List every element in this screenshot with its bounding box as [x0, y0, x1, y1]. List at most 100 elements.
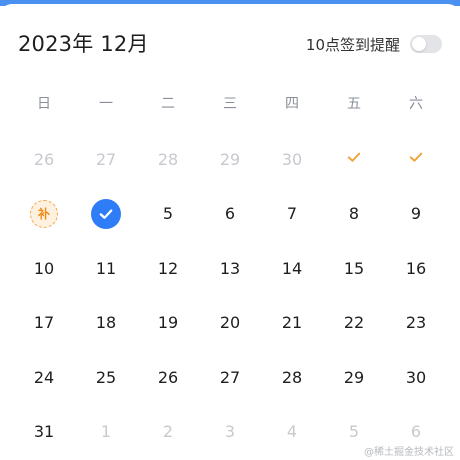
- day-number: 14: [281, 258, 303, 278]
- weekday-label: 五: [347, 96, 361, 112]
- day-cell[interactable]: 8: [323, 187, 385, 242]
- check-icon: [345, 148, 363, 170]
- day-number: 7: [286, 204, 298, 224]
- day-cell[interactable]: 27: [199, 350, 261, 405]
- day-number: 1: [100, 422, 112, 442]
- day-number: 30: [405, 367, 427, 387]
- day-number: 23: [405, 313, 427, 333]
- day-number: 24: [33, 367, 55, 387]
- day-number: 9: [410, 204, 422, 224]
- day-number: 17: [33, 313, 55, 333]
- day-cell[interactable]: 7: [261, 187, 323, 242]
- day-cell-checked[interactable]: [385, 132, 447, 187]
- day-cell[interactable]: 11: [75, 241, 137, 296]
- day-cell[interactable]: 5: [137, 187, 199, 242]
- reminder-label: 10点签到提醒: [305, 35, 400, 54]
- watermark: @稀土掘金技术社区: [364, 447, 454, 458]
- day-number: 31: [33, 422, 55, 442]
- day-grid: 26 27 28 29 30 补 5 6 7 8 9 10 11 12 13 14 15 16 17 18 19 20 21…: [13, 132, 447, 459]
- day-number: 5: [162, 204, 174, 224]
- day-number: 13: [219, 258, 241, 278]
- day-number: 11: [95, 258, 117, 278]
- day-cell[interactable]: 23: [385, 296, 447, 351]
- day-number: 3: [224, 422, 236, 442]
- day-cell[interactable]: 19: [137, 296, 199, 351]
- calendar-card: 2023年 12月 10点签到提醒 日一二三四五六 26 27 28 29 30 补 5 6 7…: [0, 4, 460, 460]
- day-number: 22: [343, 313, 365, 333]
- day-cell-makeup[interactable]: 补: [13, 187, 75, 242]
- day-number: 21: [281, 313, 303, 333]
- day-cell[interactable]: 10: [13, 241, 75, 296]
- makeup-badge: 补: [30, 199, 58, 228]
- day-cell[interactable]: 21: [261, 296, 323, 351]
- makeup-badge-label: 补: [37, 207, 50, 222]
- day-cell[interactable]: 14: [261, 241, 323, 296]
- day-cell[interactable]: 6: [199, 187, 261, 242]
- day-cell[interactable]: 12: [137, 241, 199, 296]
- day-cell[interactable]: 29: [323, 350, 385, 405]
- day-number: 18: [95, 313, 117, 333]
- day-cell-today-checked[interactable]: [75, 187, 137, 242]
- day-number: 19: [157, 313, 179, 333]
- day-number: 6: [224, 204, 236, 224]
- day-cell[interactable]: 18: [75, 296, 137, 351]
- weekday-label: 三: [223, 96, 237, 112]
- day-number: 28: [281, 367, 303, 387]
- day-cell-other-month[interactable]: 26: [13, 132, 75, 187]
- day-cell[interactable]: 15: [323, 241, 385, 296]
- day-cell-other-month[interactable]: 3: [199, 405, 261, 460]
- day-cell-other-month[interactable]: 27: [75, 132, 137, 187]
- day-number: 20: [219, 313, 241, 333]
- day-number: 25: [95, 367, 117, 387]
- toggle-knob: [412, 37, 426, 51]
- day-number: 12: [157, 258, 179, 278]
- day-number: 27: [219, 367, 241, 387]
- day-cell[interactable]: 9: [385, 187, 447, 242]
- reminder-toggle[interactable]: [410, 35, 442, 53]
- weekday-label: 日: [37, 96, 51, 112]
- weekday-label: 六: [409, 96, 423, 112]
- day-cell[interactable]: 24: [13, 350, 75, 405]
- day-number: 8: [348, 204, 360, 224]
- day-cell-other-month[interactable]: 2: [137, 405, 199, 460]
- weekday-label: 一: [99, 96, 113, 112]
- day-cell[interactable]: 20: [199, 296, 261, 351]
- day-cell-checked[interactable]: [323, 132, 385, 187]
- day-cell[interactable]: 30: [385, 350, 447, 405]
- weekday-label: 二: [161, 96, 175, 112]
- calendar-screen: 2023年 12月 10点签到提醒 日一二三四五六 26 27 28 29 30 补 5 6 7…: [0, 0, 460, 460]
- day-number: 30: [281, 149, 303, 169]
- day-number: 27: [95, 149, 117, 169]
- check-circle-icon: [91, 198, 121, 229]
- day-number: 6: [410, 422, 422, 442]
- day-cell[interactable]: 16: [385, 241, 447, 296]
- day-number: 26: [157, 367, 179, 387]
- day-cell[interactable]: 26: [137, 350, 199, 405]
- reminder-setting: 10点签到提醒: [306, 28, 442, 60]
- day-cell-other-month[interactable]: 29: [199, 132, 261, 187]
- day-number: 5: [348, 422, 360, 442]
- day-number: 15: [343, 258, 365, 278]
- day-number: 26: [33, 149, 55, 169]
- day-number: 2: [162, 422, 174, 442]
- day-cell[interactable]: 25: [75, 350, 137, 405]
- day-cell-other-month[interactable]: 30: [261, 132, 323, 187]
- weekday-header: 日一二三四五六: [13, 92, 447, 116]
- day-cell-other-month[interactable]: 4: [261, 405, 323, 460]
- day-cell[interactable]: 28: [261, 350, 323, 405]
- day-cell[interactable]: 17: [13, 296, 75, 351]
- weekday-label: 四: [285, 96, 299, 112]
- day-number: 29: [219, 149, 241, 169]
- month-title[interactable]: 2023年 12月: [18, 28, 149, 60]
- check-icon: [407, 148, 425, 170]
- day-cell[interactable]: 22: [323, 296, 385, 351]
- day-cell[interactable]: 31: [13, 405, 75, 460]
- day-number: 10: [33, 258, 55, 278]
- calendar-header: 2023年 12月 10点签到提醒: [18, 28, 442, 60]
- day-number: 4: [286, 422, 298, 442]
- day-cell[interactable]: 13: [199, 241, 261, 296]
- day-cell-other-month[interactable]: 1: [75, 405, 137, 460]
- day-cell-other-month[interactable]: 28: [137, 132, 199, 187]
- day-number: 16: [405, 258, 427, 278]
- day-number: 28: [157, 149, 179, 169]
